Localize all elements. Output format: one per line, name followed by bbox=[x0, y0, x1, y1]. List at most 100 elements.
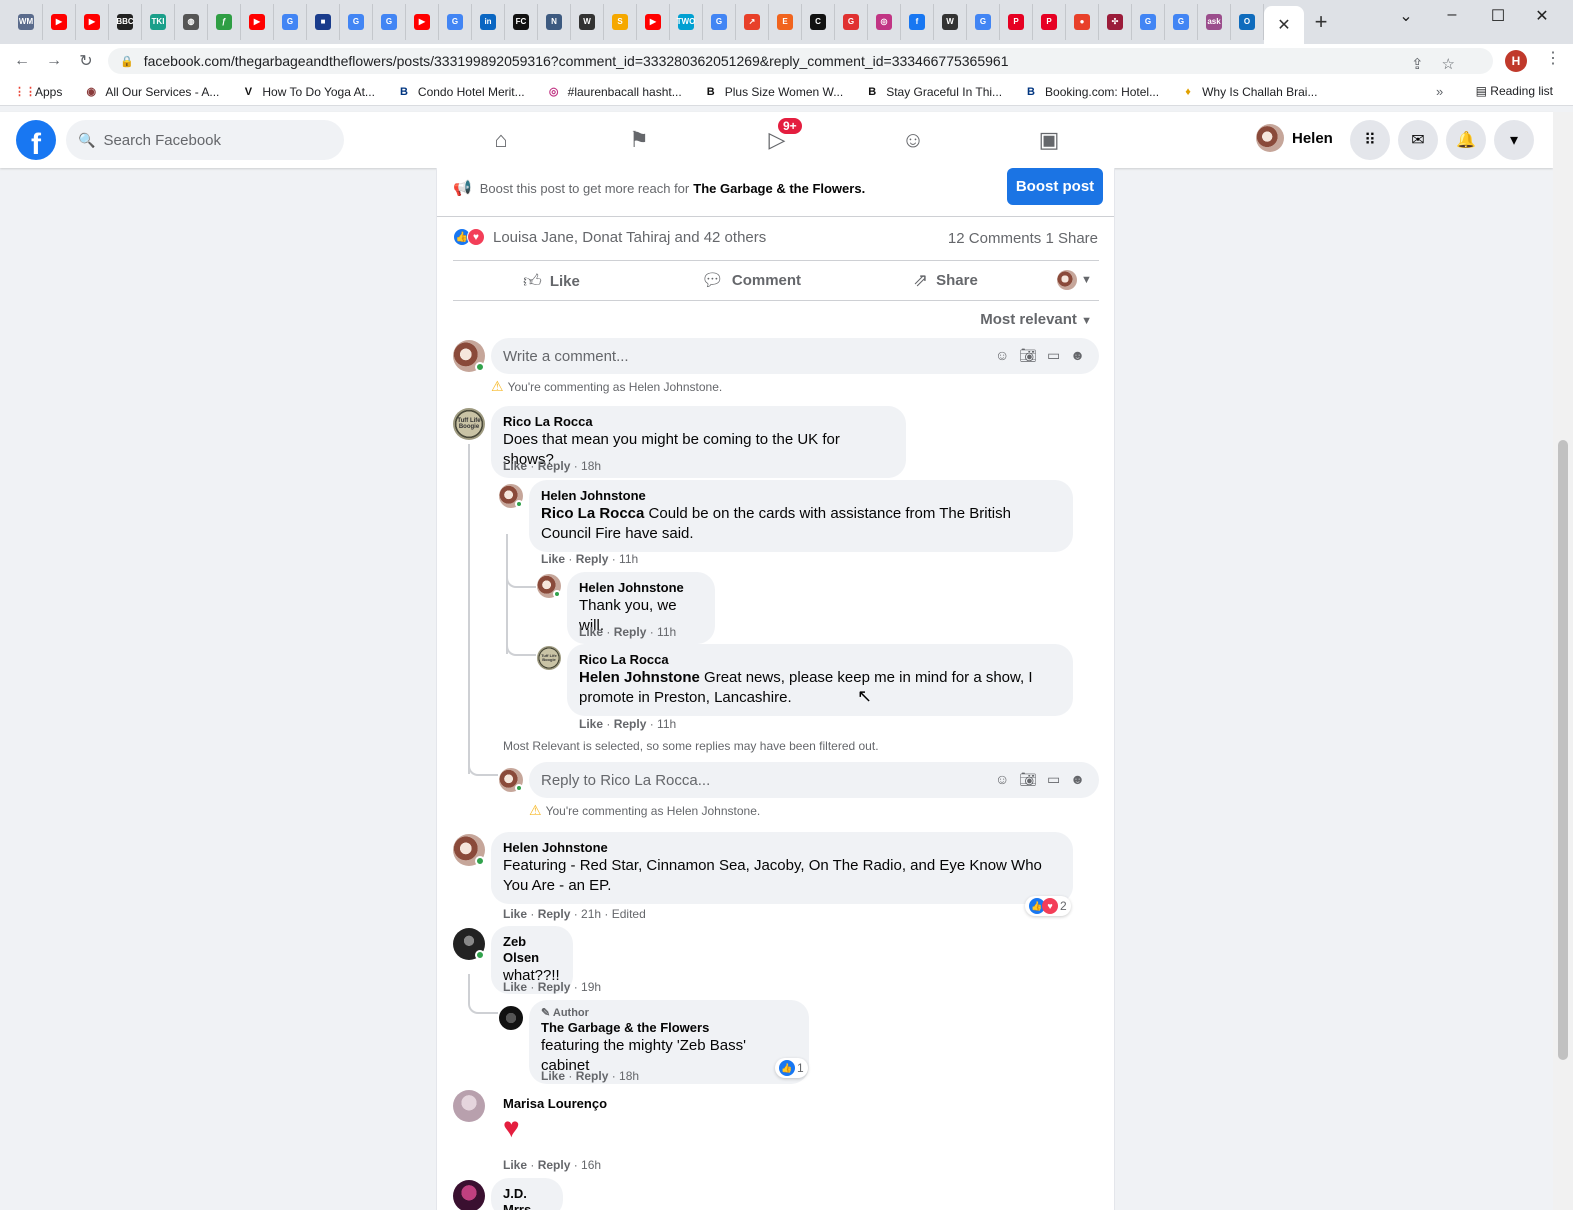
comment-time[interactable]: 18h bbox=[619, 1069, 639, 1083]
browser-menu-icon[interactable]: ⋮ bbox=[1545, 48, 1561, 68]
facebook-logo-icon[interactable]: f bbox=[16, 120, 56, 160]
mention-tag[interactable]: Rico La Rocca bbox=[541, 505, 644, 522]
comment-time[interactable]: 21h bbox=[581, 907, 601, 921]
comment-button[interactable]: 💬︎ Comment bbox=[701, 270, 801, 291]
url-field[interactable]: 🔒 facebook.com/thegarbageandtheflowers/p… bbox=[108, 48, 1493, 74]
camera-icon[interactable]: 📷︎ bbox=[1019, 771, 1037, 788]
browser-tab[interactable]: f bbox=[901, 4, 934, 40]
edited-label[interactable]: Edited bbox=[612, 907, 646, 921]
reply-link[interactable]: Reply bbox=[576, 1069, 609, 1083]
commenter-name[interactable]: Marisa Lourenço bbox=[503, 1096, 607, 1111]
gif-icon[interactable]: ▭ bbox=[1047, 771, 1060, 788]
bookmark-item[interactable]: ◉ All Our Services - A... bbox=[84, 85, 220, 99]
sticker-icon[interactable]: ☻ bbox=[1070, 347, 1085, 364]
browser-tab[interactable]: FC bbox=[505, 4, 538, 40]
browser-tab[interactable]: G bbox=[703, 4, 736, 40]
like-link[interactable]: Like bbox=[503, 1158, 527, 1172]
browser-tab[interactable]: G bbox=[439, 4, 472, 40]
like-link[interactable]: Like bbox=[579, 625, 603, 639]
close-window-icon[interactable]: ✕ bbox=[1522, 6, 1562, 26]
reaction-count-badge[interactable]: 👍 ♥ 2 bbox=[1025, 896, 1071, 916]
bookmark-item[interactable]: B Stay Graceful In Thi... bbox=[865, 85, 1002, 99]
browser-tab[interactable]: W bbox=[571, 4, 604, 40]
gif-icon[interactable]: ▭ bbox=[1047, 347, 1060, 364]
comment-time[interactable]: 18h bbox=[581, 459, 601, 473]
reply-link[interactable]: Reply bbox=[538, 459, 571, 473]
browser-tab[interactable]: TWO bbox=[670, 4, 703, 40]
bookmark-item[interactable]: B Plus Size Women W... bbox=[704, 85, 843, 99]
browser-tab[interactable]: ◎ bbox=[868, 4, 901, 40]
reply-link[interactable]: Reply bbox=[538, 980, 571, 994]
like-link[interactable]: Like bbox=[541, 552, 565, 566]
reload-icon[interactable]: ↻ bbox=[70, 51, 102, 71]
browser-tab[interactable]: P bbox=[1033, 4, 1066, 40]
reaction-summary[interactable]: 👍 ♥ Louisa Jane, Donat Tahiraj and 42 ot… bbox=[453, 228, 766, 246]
reply-link[interactable]: Reply bbox=[538, 1158, 571, 1172]
browser-tab[interactable]: G bbox=[1165, 4, 1198, 40]
browser-profile-avatar[interactable]: H bbox=[1505, 50, 1527, 72]
commenter-name[interactable]: The Garbage & the Flowers bbox=[541, 1020, 797, 1036]
browser-tab[interactable]: C bbox=[802, 4, 835, 40]
browser-tab[interactable]: ↗ bbox=[736, 4, 769, 40]
minimize-icon[interactable]: – bbox=[1432, 6, 1472, 24]
commenter-name[interactable]: Helen Johnstone bbox=[541, 488, 1061, 504]
comment-time[interactable]: 11h bbox=[657, 625, 676, 639]
comment-time[interactable]: 11h bbox=[657, 717, 676, 731]
search-input[interactable]: 🔍 Search Facebook bbox=[66, 120, 344, 160]
avatar[interactable]: Tuff Life Boogie bbox=[537, 646, 561, 670]
gaming-icon[interactable]: ▣ bbox=[1032, 124, 1066, 156]
reply-link[interactable]: Reply bbox=[614, 625, 647, 639]
browser-tab[interactable]: ✣ bbox=[1099, 4, 1132, 40]
like-button[interactable]: 👍︎ Like bbox=[523, 270, 580, 292]
camera-icon[interactable]: 📷︎ bbox=[1019, 347, 1037, 364]
bookmark-star-icon[interactable]: ☆ bbox=[1442, 55, 1455, 73]
account-dropdown-icon[interactable]: ▾ bbox=[1494, 120, 1534, 160]
browser-tab[interactable]: ▶ bbox=[76, 4, 109, 40]
reading-list-button[interactable]: ▤ Reading list bbox=[1476, 84, 1553, 98]
browser-tab[interactable]: W bbox=[934, 4, 967, 40]
emoji-icon[interactable]: ☺ bbox=[995, 771, 1009, 788]
like-link[interactable]: Like bbox=[541, 1069, 565, 1083]
sticker-icon[interactable]: ☻ bbox=[1070, 771, 1085, 788]
browser-tab[interactable]: G bbox=[373, 4, 406, 40]
browser-tab[interactable]: ◍ bbox=[175, 4, 208, 40]
browser-tab[interactable]: G bbox=[1132, 4, 1165, 40]
browser-tab[interactable]: in bbox=[472, 4, 505, 40]
browser-tab[interactable]: ask bbox=[1198, 4, 1231, 40]
like-link[interactable]: Like bbox=[503, 459, 527, 473]
like-link[interactable]: Like bbox=[503, 980, 527, 994]
bookmark-item[interactable]: ♦ Why Is Challah Brai... bbox=[1181, 85, 1317, 99]
reply-link[interactable]: Reply bbox=[538, 907, 571, 921]
boost-post-button[interactable]: Boost post bbox=[1007, 168, 1103, 205]
browser-tab[interactable]: E bbox=[769, 4, 802, 40]
pages-flag-icon[interactable]: ⚑ bbox=[622, 124, 656, 156]
browser-tab[interactable]: BBC bbox=[109, 4, 142, 40]
bookmark-item[interactable]: B Condo Hotel Merit... bbox=[397, 85, 525, 99]
commenter-name[interactable]: Rico La Rocca bbox=[503, 414, 894, 430]
notifications-icon[interactable]: 🔔 bbox=[1446, 120, 1486, 160]
comment-sort-dropdown[interactable]: Most relevant ▼ bbox=[980, 311, 1092, 328]
new-tab-button[interactable]: + bbox=[1304, 9, 1338, 35]
avatar[interactable] bbox=[453, 1180, 485, 1210]
post-as-selector[interactable]: ▼ bbox=[1057, 270, 1092, 290]
comment-time[interactable]: 16h bbox=[581, 1158, 601, 1172]
active-tab[interactable]: ✕ bbox=[1264, 6, 1304, 44]
commenter-name[interactable]: Helen Johnstone bbox=[579, 580, 703, 596]
bookmark-item[interactable]: ◎ #laurenbacall hasht... bbox=[547, 85, 682, 99]
avatar[interactable]: Tuff Life Boogie bbox=[453, 408, 485, 440]
chevron-down-icon[interactable]: ⌄ bbox=[1386, 6, 1426, 26]
reply-link[interactable]: Reply bbox=[576, 552, 609, 566]
comment-time[interactable]: 11h bbox=[619, 552, 638, 566]
browser-tab[interactable]: G bbox=[274, 4, 307, 40]
share-button[interactable]: ⇗ Share bbox=[913, 270, 978, 291]
browser-tab[interactable]: G bbox=[967, 4, 1000, 40]
browser-tab[interactable]: P bbox=[1000, 4, 1033, 40]
browser-tab[interactable]: N bbox=[538, 4, 571, 40]
reply-link[interactable]: Reply bbox=[614, 717, 647, 731]
write-comment-input[interactable]: Write a comment... ☺ 📷︎ ▭ ☻ bbox=[491, 338, 1099, 374]
commenter-name[interactable]: Rico La Rocca bbox=[579, 652, 1061, 668]
avatar[interactable] bbox=[499, 1006, 523, 1030]
avatar[interactable] bbox=[453, 1090, 485, 1122]
browser-tab[interactable]: WM bbox=[10, 4, 43, 40]
page-scrollbar[interactable] bbox=[1553, 112, 1573, 1210]
